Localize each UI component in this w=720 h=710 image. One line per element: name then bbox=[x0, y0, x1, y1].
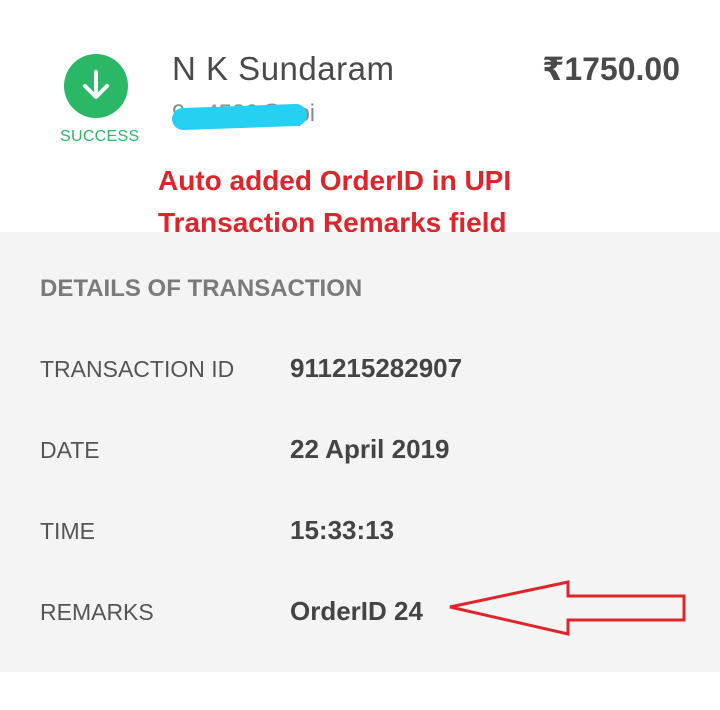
redaction-mark bbox=[171, 103, 308, 131]
transaction-amount: ₹1750.00 bbox=[542, 51, 680, 87]
status-label: SUCCESS bbox=[60, 128, 140, 145]
remarks-label: REMARKS bbox=[40, 599, 154, 625]
transaction-header: SUCCESS N K Sundaram 9...4580@upi ₹1750.… bbox=[0, 0, 720, 238]
success-status-icon bbox=[64, 54, 128, 118]
time-label: TIME bbox=[40, 518, 95, 544]
transaction-id-value: 911215282907 bbox=[290, 353, 463, 383]
payee-name: N K Sundaram bbox=[172, 50, 395, 87]
remarks-value: OrderID 24 bbox=[290, 596, 423, 626]
transaction-id-label: TRANSACTION ID bbox=[40, 356, 235, 382]
annotation-line-1: Auto added OrderID in UPI bbox=[158, 165, 512, 196]
arrow-down-icon bbox=[83, 70, 109, 99]
arrow-left-icon bbox=[449, 580, 686, 636]
date-label: DATE bbox=[40, 437, 100, 463]
time-value: 15:33:13 bbox=[290, 515, 395, 545]
date-value: 22 April 2019 bbox=[290, 434, 450, 464]
details-title: DETAILS OF TRANSACTION bbox=[40, 275, 363, 302]
